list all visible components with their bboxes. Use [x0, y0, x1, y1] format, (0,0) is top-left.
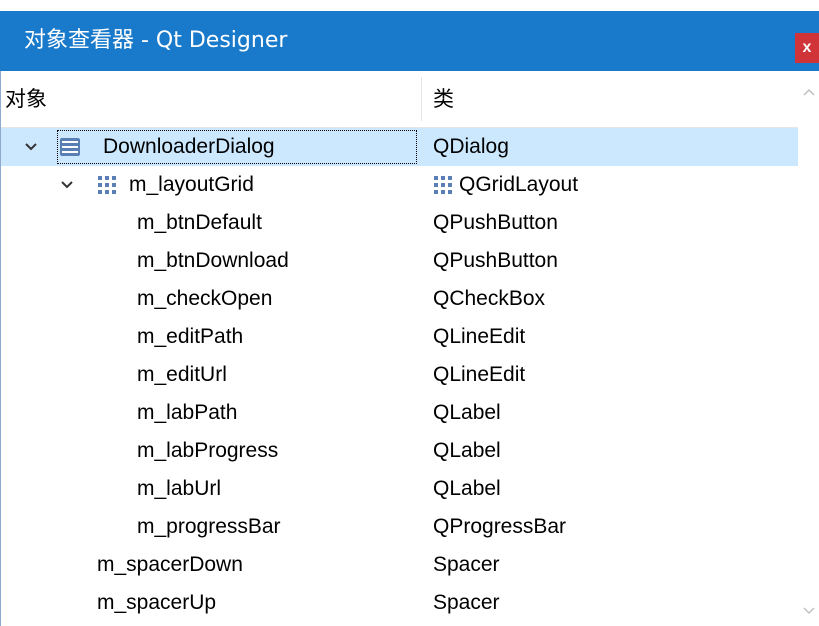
chevron-down-icon[interactable] — [59, 166, 75, 204]
title-bar[interactable]: 对象查看器 - Qt Designer x — [0, 11, 819, 71]
tree-row-layout-grid[interactable]: m_layoutGrid QGridLayout — [1, 166, 798, 204]
vertical-scrollbar[interactable] — [798, 71, 819, 626]
row-class: QLabel — [433, 401, 501, 424]
row-class: QDialog — [433, 135, 509, 158]
row-name: m_labUrl — [137, 477, 222, 500]
row-name: m_layoutGrid — [129, 173, 254, 196]
tree-row-edit-url[interactable]: m_editUrl QLineEdit — [1, 356, 798, 394]
grid-layout-icon — [97, 175, 117, 195]
tree-row-edit-path[interactable]: m_editPath QLineEdit — [1, 318, 798, 356]
row-class: QProgressBar — [433, 515, 567, 538]
object-inspector-window: 对象查看器 - Qt Designer x 对象 类 DownloaderDia… — [0, 0, 819, 626]
row-class: QCheckBox — [433, 287, 546, 310]
row-name: m_progressBar — [137, 515, 281, 538]
tree-row-check-open[interactable]: m_checkOpen QCheckBox — [1, 280, 798, 318]
row-name: m_spacerUp — [97, 591, 217, 614]
row-class: Spacer — [433, 591, 500, 614]
row-class: QLineEdit — [433, 363, 526, 386]
scroll-up-icon[interactable] — [798, 77, 819, 107]
tree-row-spacer-down[interactable]: m_spacerDown Spacer — [1, 546, 798, 584]
tree-row-spacer-up[interactable]: m_spacerUp Spacer — [1, 584, 798, 622]
row-class: QLabel — [433, 477, 501, 500]
row-name: m_labPath — [137, 401, 238, 424]
row-name: m_editUrl — [137, 363, 227, 386]
window-title: 对象查看器 - Qt Designer — [24, 28, 288, 53]
object-tree[interactable]: 对象 类 DownloaderDialog QDialog m_layoutGr… — [0, 71, 819, 626]
scroll-down-icon[interactable] — [798, 596, 819, 626]
chevron-down-icon[interactable] — [23, 128, 39, 166]
row-name: m_btnDefault — [137, 211, 262, 234]
row-class: QPushButton — [433, 249, 558, 272]
tree-row-lab-url[interactable]: m_labUrl QLabel — [1, 470, 798, 508]
tree-row-progress-bar[interactable]: m_progressBar QProgressBar — [1, 508, 798, 546]
header-object[interactable]: 对象 — [5, 71, 47, 127]
close-button[interactable]: x — [795, 33, 819, 63]
row-name: m_checkOpen — [137, 287, 273, 310]
tree-header: 对象 类 — [1, 71, 798, 128]
focus-rectangle — [57, 130, 417, 164]
tree-row-btn-download[interactable]: m_btnDownload QPushButton — [1, 242, 798, 280]
tree-row-btn-default[interactable]: m_btnDefault QPushButton — [1, 204, 798, 242]
tree-rows: DownloaderDialog QDialog m_layoutGrid QG… — [1, 128, 798, 622]
tree-row-lab-path[interactable]: m_labPath QLabel — [1, 394, 798, 432]
row-class: QPushButton — [433, 211, 558, 234]
row-name: m_editPath — [137, 325, 244, 348]
grid-layout-icon — [433, 175, 453, 195]
header-class[interactable]: 类 — [433, 71, 454, 127]
tree-row-lab-progress[interactable]: m_labProgress QLabel — [1, 432, 798, 470]
row-class: QLineEdit — [433, 325, 526, 348]
row-name: m_spacerDown — [97, 553, 243, 576]
row-class: Spacer — [433, 553, 500, 576]
row-name: m_btnDownload — [137, 249, 289, 272]
row-name: m_labProgress — [137, 439, 279, 462]
row-class: QGridLayout — [459, 173, 579, 196]
row-class: QLabel — [433, 439, 501, 462]
tree-row-downloader-dialog[interactable]: DownloaderDialog QDialog — [1, 128, 798, 166]
header-divider[interactable] — [421, 77, 422, 121]
